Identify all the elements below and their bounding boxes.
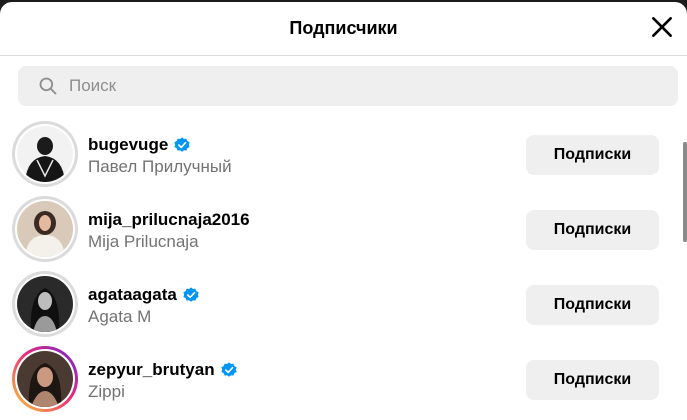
follower-row[interactable]: zepyur_brutyan Zippi Подписки [0, 344, 687, 419]
followers-list: bugevuge Павел Прилучный Подписки mija_p… [0, 119, 687, 419]
followers-dialog: Подписчики Поиск bugevuge Павел Прилучны… [0, 2, 687, 420]
follower-row[interactable]: agataagata Agata M Подписки [0, 269, 687, 344]
avatar-ring[interactable] [12, 121, 78, 187]
username[interactable]: agataagata [88, 285, 177, 305]
follower-row[interactable]: bugevuge Павел Прилучный Подписки [0, 119, 687, 194]
following-button[interactable]: Подписки [526, 135, 659, 175]
avatar [17, 126, 73, 182]
following-button[interactable]: Подписки [526, 285, 659, 325]
search-icon [39, 77, 57, 95]
username[interactable]: bugevuge [88, 135, 168, 155]
avatar-ring[interactable] [12, 196, 78, 262]
following-button[interactable]: Подписки [526, 360, 659, 400]
search-input[interactable] [67, 75, 631, 97]
close-icon[interactable] [649, 14, 675, 40]
avatar [17, 276, 73, 332]
username[interactable]: zepyur_brutyan [88, 360, 215, 380]
verified-badge-icon [183, 287, 199, 302]
verified-badge-icon [220, 362, 237, 377]
search-bar[interactable] [18, 66, 678, 106]
full-name: Agata M [88, 307, 152, 326]
avatar-story-ring[interactable] [12, 346, 78, 412]
scrollbar[interactable] [683, 142, 687, 242]
username[interactable]: mija_prilucnaja2016 [88, 210, 250, 230]
avatar [17, 351, 73, 407]
avatar [17, 201, 73, 257]
follower-row[interactable]: mija_prilucnaja2016 Mija Prilucnaja Подп… [0, 194, 687, 269]
dialog-header: Подписчики [0, 2, 687, 56]
full-name: Mija Prilucnaja [88, 232, 199, 251]
full-name: Zippi [88, 382, 125, 401]
verified-badge-icon [174, 137, 190, 152]
avatar-ring[interactable] [12, 271, 78, 337]
following-button[interactable]: Подписки [526, 210, 659, 250]
dialog-title: Подписчики [289, 18, 398, 38]
full-name: Павел Прилучный [88, 157, 232, 176]
